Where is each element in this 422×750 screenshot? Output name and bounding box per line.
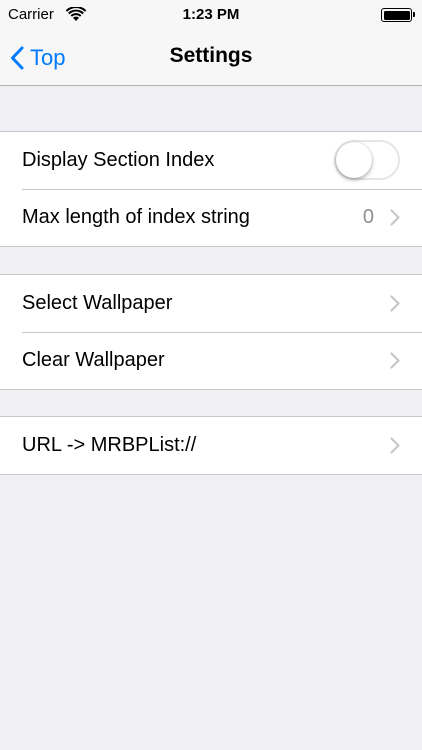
display-section-index-switch[interactable] bbox=[334, 140, 400, 180]
chevron-right-icon bbox=[390, 295, 400, 312]
settings-screen: Carrier 1:23 PM Top Settings Display Sec… bbox=[0, 0, 422, 750]
row-detail-value: 0 bbox=[362, 206, 374, 228]
settings-section-wallpaper: Select Wallpaper Clear Wallpaper bbox=[0, 274, 422, 390]
status-bar: Carrier 1:23 PM bbox=[0, 0, 422, 30]
chevron-right-icon bbox=[390, 209, 400, 226]
max-index-length-row[interactable]: Max length of index string 0 bbox=[0, 189, 422, 246]
switch-knob bbox=[336, 142, 372, 178]
clear-wallpaper-row[interactable]: Clear Wallpaper bbox=[0, 332, 422, 389]
chevron-right-icon bbox=[390, 352, 400, 369]
chevron-right-icon bbox=[390, 437, 400, 454]
row-label: URL -> MRBPList:// bbox=[22, 434, 197, 456]
settings-section-url: URL -> MRBPList:// bbox=[0, 416, 422, 475]
row-label: Select Wallpaper bbox=[22, 292, 173, 314]
page-title: Settings bbox=[169, 44, 253, 67]
row-label: Clear Wallpaper bbox=[22, 349, 165, 371]
battery-icon bbox=[381, 8, 415, 22]
url-scheme-row[interactable]: URL -> MRBPList:// bbox=[0, 417, 422, 474]
select-wallpaper-row[interactable]: Select Wallpaper bbox=[0, 275, 422, 332]
display-section-index-row: Display Section Index bbox=[0, 132, 422, 189]
row-label: Display Section Index bbox=[22, 149, 215, 171]
navigation-bar: Top Settings bbox=[0, 30, 422, 86]
status-time: 1:23 PM bbox=[182, 6, 240, 23]
settings-section-index: Display Section Index Max length of inde… bbox=[0, 131, 422, 247]
row-label: Max length of index string bbox=[22, 206, 250, 228]
